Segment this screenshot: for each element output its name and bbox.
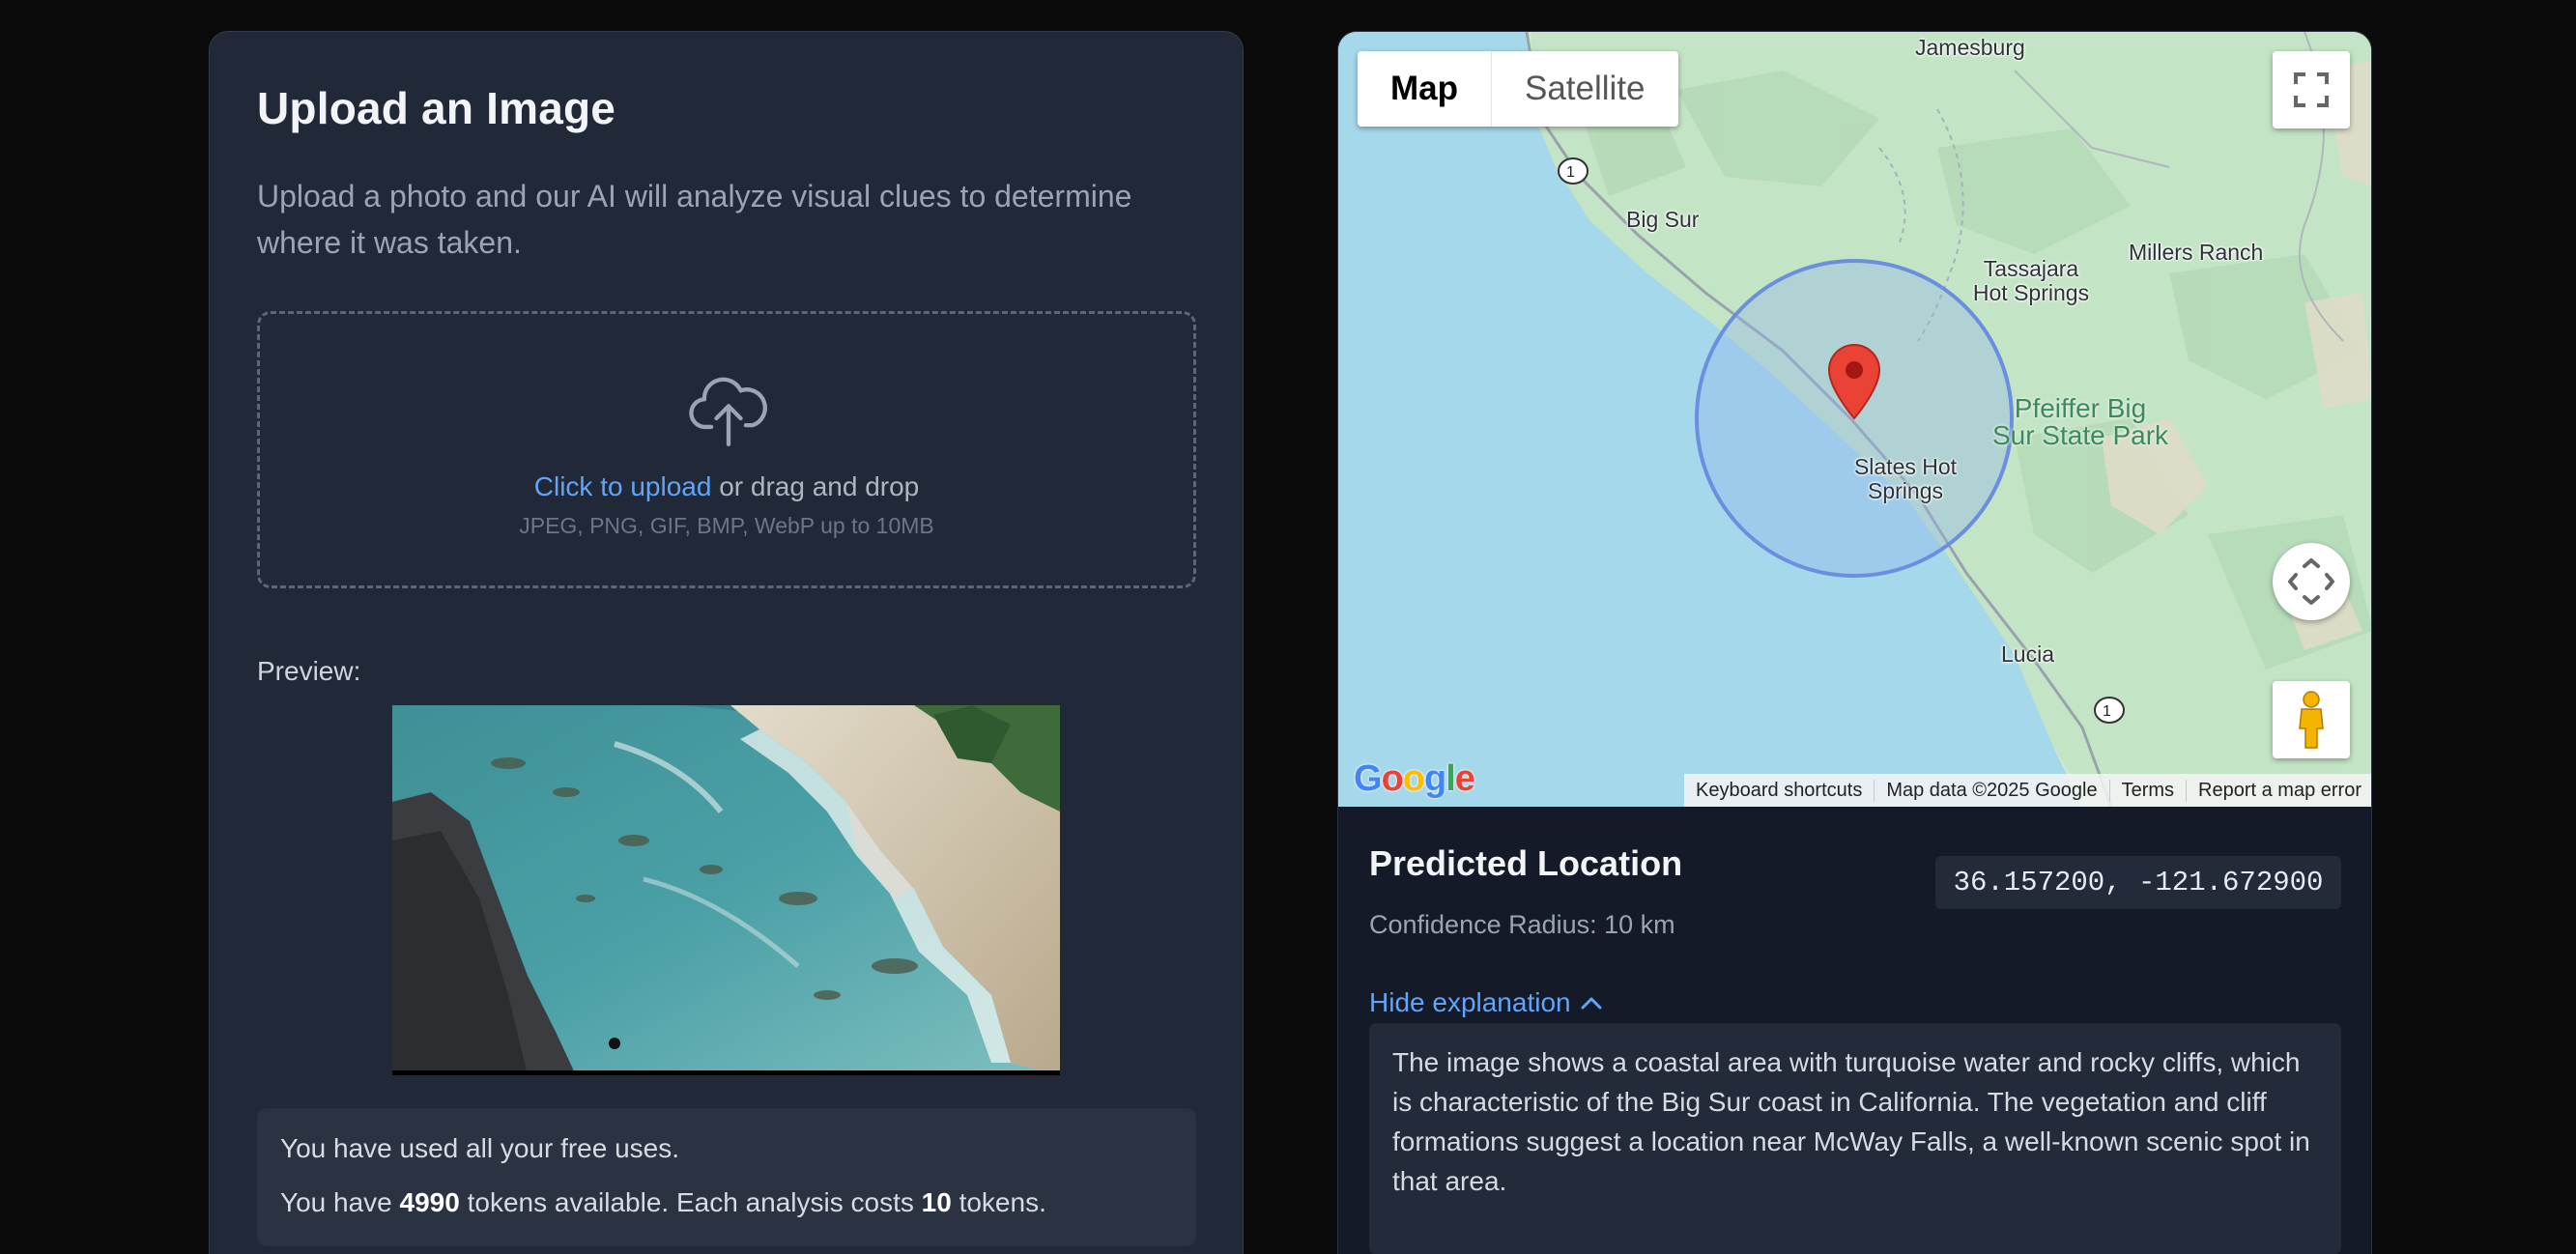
drag-drop-text: or drag and drop — [711, 471, 920, 501]
terms-link[interactable]: Terms — [2108, 779, 2186, 802]
map-label-pfeiffer-line2: Sur State Park — [1991, 420, 2169, 450]
free-uses-message: You have used all your free uses. — [280, 1133, 680, 1163]
map-label-lucia: Lucia — [2001, 641, 2054, 667]
map-label-slates-line1: Slates Hot — [1853, 454, 1958, 479]
map-label-tassajara-line1: Tassajara — [1983, 256, 2079, 281]
usage-info-box: You have used all your free uses. You ha… — [257, 1108, 1196, 1246]
chevron-up-icon — [1581, 997, 1602, 1010]
tokens-count: 4990 — [399, 1187, 460, 1217]
route-shield-label: 1 — [1566, 164, 1575, 181]
fullscreen-icon — [2294, 72, 2329, 107]
dropzone-instructions: Click to upload or drag and drop — [260, 471, 1193, 502]
tokens-middle: tokens available. Each analysis costs — [459, 1187, 922, 1217]
map-label-big-sur: Big Sur — [1626, 207, 1700, 232]
map-attribution-bar: Keyboard shortcuts Map data ©2025 Google… — [1684, 774, 2371, 807]
click-to-upload-link[interactable]: Click to upload — [534, 471, 712, 501]
hide-explanation-label: Hide explanation — [1369, 987, 1571, 1017]
map-label-pfeiffer-park: Pfeiffer Big Sur State Park — [1974, 395, 2187, 449]
dropzone-formats: JPEG, PNG, GIF, BMP, WebP up to 10MB — [519, 513, 934, 538]
upload-panel: Upload an Image Upload a photo and our A… — [209, 31, 1244, 1254]
pegman-icon — [2299, 691, 2324, 749]
map-data-text: Map data ©2025 Google — [1874, 779, 2108, 802]
map-label-slates-hot-springs: Slates Hot Springs — [1846, 455, 1965, 503]
cloud-upload-icon — [689, 377, 767, 446]
coordinates-display: 36.157200, -121.672900 — [1935, 856, 2341, 909]
camera-control-button[interactable] — [2273, 543, 2350, 620]
map-label-tassajara-line2: Hot Springs — [1972, 280, 2090, 305]
explanation-box: The image shows a coastal area with turq… — [1369, 1023, 2341, 1254]
tokens-suffix: tokens. — [951, 1187, 1046, 1217]
confidence-radius-text: Confidence Radius: 10 km — [1369, 910, 1675, 939]
hide-explanation-toggle[interactable]: Hide explanation — [1369, 987, 1602, 1018]
route-shield-label: 1 — [2103, 703, 2111, 720]
map-view[interactable]: Jamesburg Big Sur Millers Ranch Tassajar… — [1338, 32, 2371, 807]
map-label-slates-line2: Springs — [1868, 478, 1943, 503]
street-view-pegman-button[interactable] — [2273, 681, 2350, 758]
upload-title: Upload an Image — [257, 83, 616, 133]
predicted-location-title: Predicted Location — [1369, 843, 1683, 883]
preview-image — [392, 705, 1060, 1075]
tokens-message: You have 4990 tokens available. Each ana… — [280, 1187, 1046, 1218]
map-label-tassajara: Tassajara Hot Springs — [1968, 257, 2094, 305]
map-type-map-button[interactable]: Map — [1358, 51, 1491, 127]
map-type-control: Map Satellite — [1358, 51, 1678, 127]
map-label-millers-ranch: Millers Ranch — [2129, 240, 2264, 265]
pan-arrows-icon — [2288, 558, 2334, 605]
preview-label: Preview: — [257, 656, 361, 686]
result-panel: Jamesburg Big Sur Millers Ranch Tassajar… — [1337, 31, 2372, 1254]
fullscreen-button[interactable] — [2273, 51, 2350, 128]
map-label-jamesburg: Jamesburg — [1915, 35, 2025, 60]
keyboard-shortcuts-link[interactable]: Keyboard shortcuts — [1684, 780, 1874, 802]
google-logo: Google — [1354, 758, 1475, 799]
report-map-error-link[interactable]: Report a map error — [2186, 779, 2371, 802]
map-tiles — [1338, 32, 2371, 807]
map-label-pfeiffer-line1: Pfeiffer Big — [2014, 393, 2147, 423]
analysis-cost: 10 — [921, 1187, 952, 1217]
map-type-satellite-button[interactable]: Satellite — [1492, 51, 1678, 127]
tokens-prefix: You have — [280, 1187, 400, 1217]
upload-description: Upload a photo and our AI will analyze v… — [257, 179, 1132, 260]
upload-dropzone[interactable]: Click to upload or drag and drop JPEG, P… — [257, 311, 1196, 588]
